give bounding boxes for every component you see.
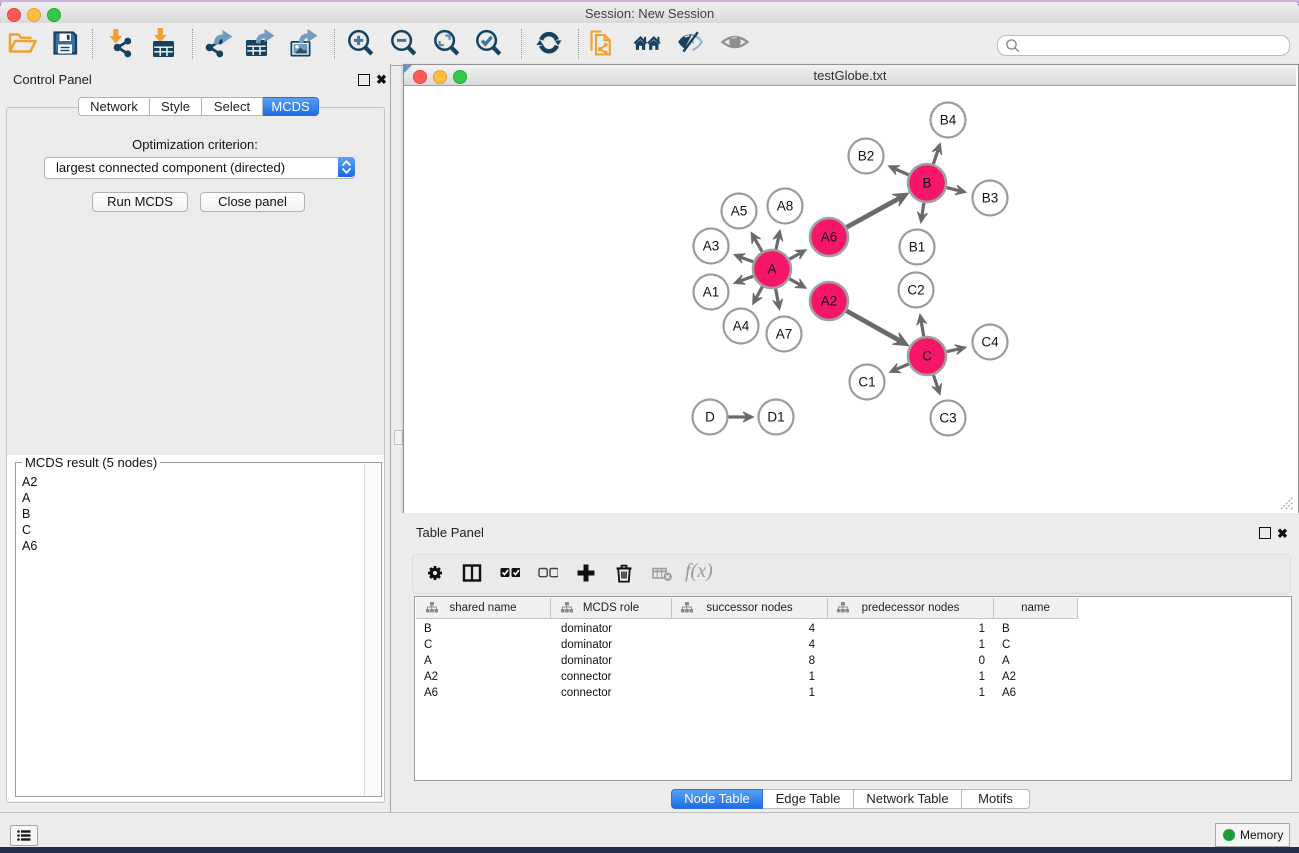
svg-text:A2: A2 [821,294,838,309]
svg-text:A8: A8 [777,199,794,214]
svg-text:B: B [922,176,931,191]
svg-text:A5: A5 [731,204,748,219]
svg-text:C: C [922,349,932,364]
svg-text:C1: C1 [858,375,875,390]
svg-text:B3: B3 [982,191,999,206]
svg-text:A4: A4 [733,319,750,334]
svg-text:C4: C4 [981,335,999,350]
svg-text:A1: A1 [703,285,720,300]
svg-text:B1: B1 [909,240,926,255]
svg-text:C2: C2 [907,283,924,298]
svg-text:B4: B4 [940,113,957,128]
svg-text:A6: A6 [821,230,838,245]
svg-text:A7: A7 [776,327,793,342]
svg-text:A3: A3 [703,239,720,254]
svg-text:D1: D1 [767,410,784,425]
svg-text:C3: C3 [939,411,956,426]
svg-text:D: D [705,410,715,425]
svg-text:B2: B2 [858,149,875,164]
svg-text:A: A [767,262,776,277]
